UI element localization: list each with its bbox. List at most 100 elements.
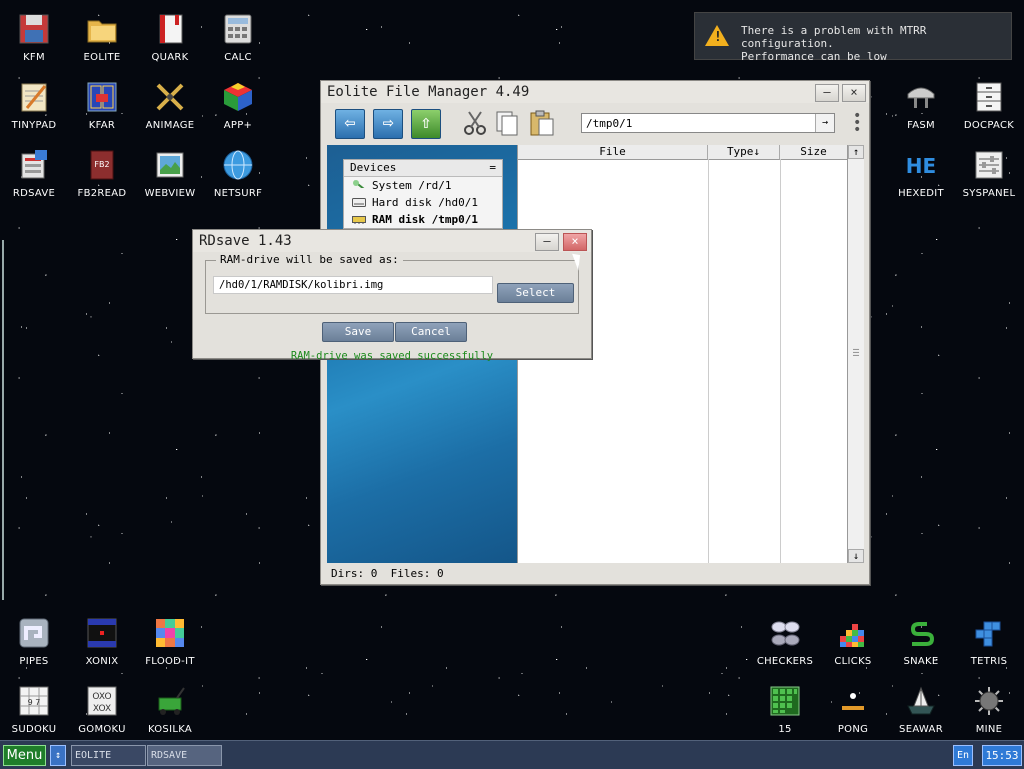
- map-icon: [153, 148, 187, 182]
- cancel-button[interactable]: Cancel: [395, 322, 467, 342]
- image-path-field[interactable]: [213, 276, 493, 294]
- globe-icon: [221, 148, 255, 182]
- devices-menu-icon[interactable]: =: [489, 160, 496, 176]
- desktop-icon-pipes[interactable]: PIPES: [0, 608, 68, 674]
- desktop-icon-flood-it[interactable]: FLOOD-IT: [136, 608, 204, 674]
- more-menu-icon[interactable]: • • •: [853, 109, 861, 137]
- paste-button[interactable]: [527, 109, 555, 137]
- desktop-icon-fasm[interactable]: FASM: [887, 72, 955, 138]
- menu-button[interactable]: Menu: [3, 745, 46, 766]
- desktop-icon-clicks[interactable]: CLICKS: [819, 608, 887, 674]
- scroll-down-button[interactable]: ↓: [848, 549, 864, 563]
- scroll-grip-icon[interactable]: – – –: [851, 345, 861, 361]
- hex-icon: HE: [904, 148, 938, 182]
- close-button[interactable]: ×: [842, 84, 866, 102]
- column-type[interactable]: Type↓: [708, 145, 780, 160]
- desktop-icon-kfar[interactable]: KFAR: [68, 72, 136, 138]
- desktop-icon-label: MINE: [975, 724, 1003, 735]
- desktop-icon-tetris[interactable]: TETRIS: [955, 608, 1023, 674]
- clock[interactable]: 15:53: [982, 745, 1022, 766]
- close-button[interactable]: ×: [563, 233, 587, 251]
- book-icon: FB2: [85, 148, 119, 182]
- svg-text:9 7: 9 7: [28, 698, 41, 707]
- flood-it-icon: [153, 616, 187, 650]
- desktop-icon-label: RDSAVE: [12, 188, 56, 199]
- back-button[interactable]: ⇦: [335, 109, 365, 139]
- ship-icon: [904, 684, 938, 718]
- desktop-icon-webview[interactable]: WEBVIEW: [136, 140, 204, 206]
- sort-toggle-icon[interactable]: ↕: [50, 745, 66, 766]
- minimize-button[interactable]: –: [535, 233, 559, 251]
- task-eolite[interactable]: EOLITE: [71, 745, 146, 766]
- image-path-input[interactable]: [217, 277, 493, 293]
- desktop-icon-kosilka[interactable]: KOSILKA: [136, 676, 204, 742]
- taskbar: Menu ↕ EOLITE RDSAVE En 15:53: [0, 740, 1024, 769]
- desktop-icon-quark[interactable]: QUARK: [136, 4, 204, 70]
- desktop-icon-label: SUDOKU: [11, 724, 57, 735]
- desktop-icon-sudoku[interactable]: 9 7 SUDOKU: [0, 676, 68, 742]
- rdsave-window[interactable]: RDsave 1.43 – × RAM-drive will be saved …: [192, 229, 592, 362]
- path-input[interactable]: [584, 114, 818, 132]
- desktop-icon-checkers[interactable]: CHECKERS: [751, 608, 819, 674]
- save-button[interactable]: Save: [322, 322, 394, 342]
- desktop-icon-rdsave[interactable]: RDSAVE: [0, 140, 68, 206]
- file-list-scrollbar[interactable]: ↑ – – – ↓: [847, 145, 864, 563]
- desktop-icon-syspanel[interactable]: SYSPANEL: [955, 140, 1023, 206]
- rdsave-icon: [17, 148, 51, 182]
- notification-text: There is a problem with MTRR configurati…: [741, 24, 1011, 63]
- desktop-icon-hexedit[interactable]: HE HEXEDIT: [887, 140, 955, 206]
- desktop-icon-netsurf[interactable]: NETSURF: [204, 140, 272, 206]
- mine-icon: [972, 684, 1006, 718]
- up-button[interactable]: ⇧: [411, 109, 441, 139]
- desktop-icon-15[interactable]: 15: [751, 676, 819, 742]
- svg-text:OXO: OXO: [92, 692, 111, 702]
- desktop-icon-label: KFM: [23, 52, 45, 63]
- notification-line-2: Performance can be low: [741, 50, 887, 63]
- drawer-icon: [972, 80, 1006, 114]
- desktop-icon-app-plus[interactable]: APP+: [204, 72, 272, 138]
- desktop-icon-tinypad[interactable]: TINYPAD: [0, 72, 68, 138]
- desktop-icon-pong[interactable]: PONG: [819, 676, 887, 742]
- status-message: RAM-drive was saved successfully: [290, 350, 494, 362]
- eolite-titlebar[interactable]: Eolite File Manager 4.49 – ×: [321, 81, 869, 103]
- desktop-icon-kfm[interactable]: KFM: [0, 4, 68, 70]
- path-field[interactable]: →: [581, 113, 835, 133]
- eolite-title: Eolite File Manager 4.49: [327, 84, 530, 100]
- desktop-icon-eolite[interactable]: EOLITE: [68, 4, 136, 70]
- keyboard-layout-indicator[interactable]: En: [953, 745, 973, 766]
- scroll-up-button[interactable]: ↑: [848, 145, 864, 159]
- desktop-icon-mine[interactable]: MINE: [955, 676, 1023, 742]
- xonix-icon: [85, 616, 119, 650]
- desktop-icon-label: WEBVIEW: [144, 188, 196, 199]
- tetris-icon: [972, 616, 1006, 650]
- column-file[interactable]: File: [518, 145, 708, 160]
- desktop-icon-calc[interactable]: CALC: [204, 4, 272, 70]
- desktop-icon-animage[interactable]: ANIMAGE: [136, 72, 204, 138]
- desktop-icon-label: HEXEDIT: [898, 188, 944, 199]
- select-button[interactable]: Select: [497, 283, 574, 303]
- device-item-hard-disk[interactable]: Hard disk /hd0/1: [344, 194, 502, 211]
- fasm-icon: [904, 80, 938, 114]
- desktop-icon-label: FB2READ: [77, 188, 127, 199]
- mtrr-notification[interactable]: ! There is a problem with MTRR configura…: [694, 12, 1012, 63]
- forward-button[interactable]: ⇨: [373, 109, 403, 139]
- sudoku-icon: 9 7: [17, 684, 51, 718]
- desktop-icon-snake[interactable]: SNAKE: [887, 608, 955, 674]
- rdsave-titlebar[interactable]: RDsave 1.43 – ×: [193, 230, 591, 252]
- column-size[interactable]: Size: [780, 145, 848, 160]
- device-item-ram-disk[interactable]: RAM disk /tmp0/1: [344, 211, 502, 228]
- go-button[interactable]: →: [815, 114, 834, 132]
- floppy-icon: [17, 12, 51, 46]
- desktop-icon-label: QUARK: [151, 52, 189, 63]
- device-item-system[interactable]: System /rd/1: [344, 177, 502, 194]
- desktop-icon-seawar[interactable]: SEAWAR: [887, 676, 955, 742]
- desktop-icon-fb2read[interactable]: FB2 FB2READ: [68, 140, 136, 206]
- desktop-icon-docpack[interactable]: DOCPACK: [955, 72, 1023, 138]
- copy-button[interactable]: [493, 109, 521, 137]
- cut-button[interactable]: [461, 109, 489, 137]
- ram-disk-icon: [352, 216, 366, 224]
- task-rdsave[interactable]: RDSAVE: [147, 745, 222, 766]
- minimize-button[interactable]: –: [815, 84, 839, 102]
- desktop-icon-xonix[interactable]: XONIX: [68, 608, 136, 674]
- desktop-icon-gomoku[interactable]: OXO XOX GOMOKU: [68, 676, 136, 742]
